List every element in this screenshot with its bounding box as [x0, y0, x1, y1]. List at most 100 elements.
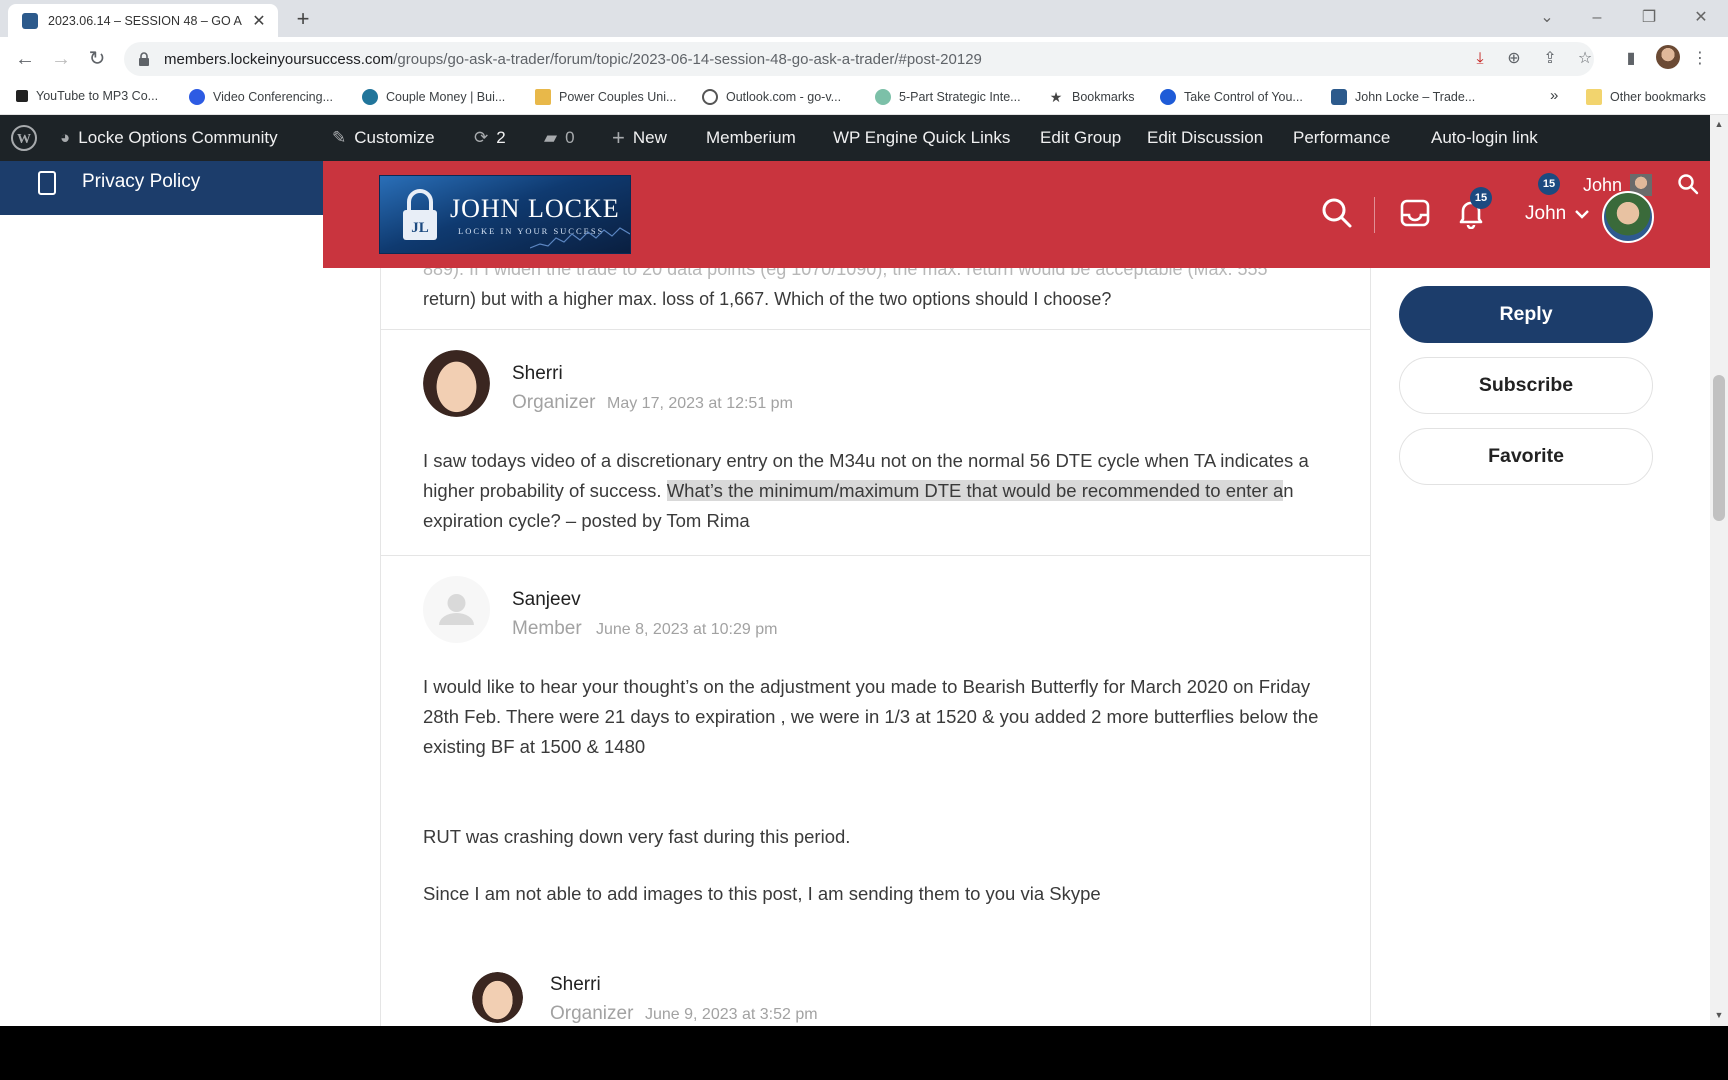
logo-lock-icon: JL	[403, 189, 437, 240]
search-icon[interactable]	[1677, 173, 1699, 195]
site-header: JL JOHN LOCKE LOCKE IN YOUR SUCCESS 15 J…	[323, 161, 1710, 268]
dashboard-icon: ◕	[60, 128, 71, 147]
wordpress-logo-icon[interactable]: W	[10, 115, 38, 161]
post-date[interactable]: June 8, 2023 at 10:29 pm	[596, 621, 777, 639]
updates-icon: ⟳	[474, 128, 489, 147]
scrollbar-thumb[interactable]	[1713, 375, 1725, 521]
bookmark-item[interactable]: Take Control of You...	[1160, 89, 1303, 105]
post-divider	[381, 329, 1370, 330]
bookmark-item[interactable]: Outlook.com - go-v...	[702, 89, 841, 105]
forward-icon[interactable]: →	[48, 46, 74, 72]
bookmark-star-icon[interactable]: ☆	[1575, 49, 1595, 69]
scroll-up-arrow-icon[interactable]: ▲	[1712, 119, 1726, 129]
chrome-menu-icon[interactable]: ⋮	[1690, 49, 1710, 69]
post-role: Organizer	[512, 392, 596, 413]
post-author[interactable]: Sherri	[512, 363, 563, 385]
svg-text:W: W	[17, 132, 31, 147]
star-icon: ★	[1049, 89, 1063, 105]
minimize-button[interactable]: –	[1582, 4, 1612, 32]
bookmark-item[interactable]: John Locke – Trade...	[1331, 89, 1475, 105]
post-body: Since I am not able to add images to thi…	[423, 883, 1101, 904]
lock-site-icon	[1331, 89, 1347, 105]
bookmark-item[interactable]: Couple Money | Bui...	[362, 89, 505, 105]
scroll-down-arrow-icon[interactable]: ▼	[1712, 1010, 1726, 1020]
avatar[interactable]	[423, 576, 490, 643]
comment-icon: ▰	[544, 128, 558, 147]
post-body: I would like to hear your thought’s on t…	[423, 676, 1319, 757]
favorite-button[interactable]: Favorite	[1399, 428, 1653, 485]
tab-search-icon[interactable]: ⌄	[1532, 4, 1562, 32]
wp-admin-bar: W ◕ Locke Options Community ✎ Customize ⟳ 2…	[0, 115, 1728, 161]
highlighted-text: What’s the minimum/maximum DTE that woul…	[666, 480, 1284, 501]
svg-text:JL: JL	[411, 220, 429, 236]
admin-edit-discussion[interactable]: Edit Discussion	[1147, 115, 1263, 161]
admin-new[interactable]: + New	[612, 115, 667, 161]
admin-customize[interactable]: ✎ Customize	[332, 115, 435, 161]
admin-auto-login[interactable]: Auto-login link	[1431, 115, 1538, 161]
notifications-badge: 15	[1470, 187, 1492, 209]
folder-image-icon	[535, 89, 551, 105]
messages-badge: 15	[1538, 173, 1560, 195]
zoom-icon[interactable]: ⊕	[1504, 49, 1524, 69]
admin-site-name[interactable]: ◕ Locke Options Community	[60, 115, 278, 161]
logo-brand: JOHN LOCKE	[450, 194, 620, 223]
admin-performance[interactable]: Performance	[1293, 115, 1390, 161]
post-date[interactable]: June 9, 2023 at 3:52 pm	[645, 1006, 818, 1024]
new-tab-button[interactable]: +	[290, 6, 316, 32]
restore-button[interactable]: ❐	[1634, 4, 1664, 32]
bookmark-item[interactable]: Video Conferencing...	[189, 89, 333, 105]
admin-comments[interactable]: ▰ 0	[544, 115, 575, 161]
folder-icon	[1586, 89, 1602, 105]
header-divider	[1374, 197, 1375, 233]
globe-icon	[702, 89, 718, 105]
avatar[interactable]	[423, 350, 490, 417]
browser-toolbar: ← → ↻ members.lockeinyoursuccess.com/gro…	[0, 37, 1728, 81]
bookmark-item[interactable]: 5-Part Strategic Inte...	[875, 89, 1021, 105]
document-icon	[38, 171, 56, 195]
bookmark-item[interactable]: YouTube to MP3 Co...	[16, 89, 158, 103]
reply-button[interactable]: Reply	[1399, 286, 1653, 343]
search-icon[interactable]	[1321, 197, 1353, 229]
site-logo[interactable]: JL JOHN LOCKE LOCKE IN YOUR SUCCESS	[379, 175, 631, 254]
avatar[interactable]	[472, 972, 523, 1023]
bookmark-item[interactable]: Power Couples Uni...	[535, 89, 676, 105]
screen: 2023.06.14 – SESSION 48 – GO A ✕ + ⌄ – ❐…	[0, 0, 1728, 1080]
download-blocked-icon[interactable]: ⤓	[1470, 49, 1490, 69]
site-favicon-icon	[22, 12, 38, 29]
avatar[interactable]	[1602, 191, 1654, 243]
browser-tab-strip: 2023.06.14 – SESSION 48 – GO A ✕ + ⌄ – ❐…	[0, 0, 1728, 37]
post-author[interactable]: Sanjeev	[512, 589, 581, 611]
previous-post-text: 889). If I widen the trade to 20 data po…	[423, 268, 1268, 309]
privacy-policy-link[interactable]: Privacy Policy	[0, 161, 323, 215]
address-bar[interactable]: members.lockeinyoursuccess.com/groups/go…	[124, 42, 1594, 76]
admin-edit-group[interactable]: Edit Group	[1040, 115, 1121, 161]
side-panel-icon[interactable]: ▮	[1621, 49, 1641, 69]
admin-updates[interactable]: ⟳ 2	[474, 115, 506, 161]
post-body: I saw todays video of a discretionary en…	[423, 450, 1309, 531]
back-icon[interactable]: ←	[12, 46, 38, 72]
other-bookmarks[interactable]: Other bookmarks	[1586, 89, 1706, 105]
post-date[interactable]: May 17, 2023 at 12:51 pm	[607, 395, 793, 413]
reload-icon[interactable]: ↻	[84, 46, 110, 72]
inbox-icon[interactable]	[1399, 197, 1431, 229]
tab-title: 2023.06.14 – SESSION 48 – GO A	[48, 13, 242, 28]
tab-close-icon[interactable]: ✕	[250, 11, 268, 31]
screen-bottom-bar	[0, 1026, 1728, 1080]
subscribe-button[interactable]: Subscribe	[1399, 357, 1653, 414]
scrollbar-track[interactable]	[1710, 115, 1728, 1026]
admin-wp-engine[interactable]: WP Engine Quick Links	[833, 115, 1010, 161]
post-body: RUT was crashing down very fast during t…	[423, 826, 851, 847]
user-menu[interactable]: John	[1525, 203, 1590, 225]
share-icon[interactable]: ⇪	[1540, 49, 1560, 69]
wordpress-icon	[362, 89, 378, 105]
post-author[interactable]: Sherri	[550, 974, 601, 996]
music-note-icon	[16, 90, 28, 102]
window-close-button[interactable]: ✕	[1686, 4, 1716, 32]
bookmark-item[interactable]: ★ Bookmarks	[1048, 89, 1135, 105]
admin-memberium[interactable]: Memberium	[706, 115, 796, 161]
profile-avatar[interactable]	[1656, 45, 1680, 69]
logo-chart-icon	[530, 227, 630, 249]
bookmarks-overflow-button[interactable]: »	[1550, 87, 1558, 104]
browser-tab[interactable]: 2023.06.14 – SESSION 48 – GO A ✕	[8, 4, 278, 37]
circle-site-icon	[875, 89, 891, 105]
